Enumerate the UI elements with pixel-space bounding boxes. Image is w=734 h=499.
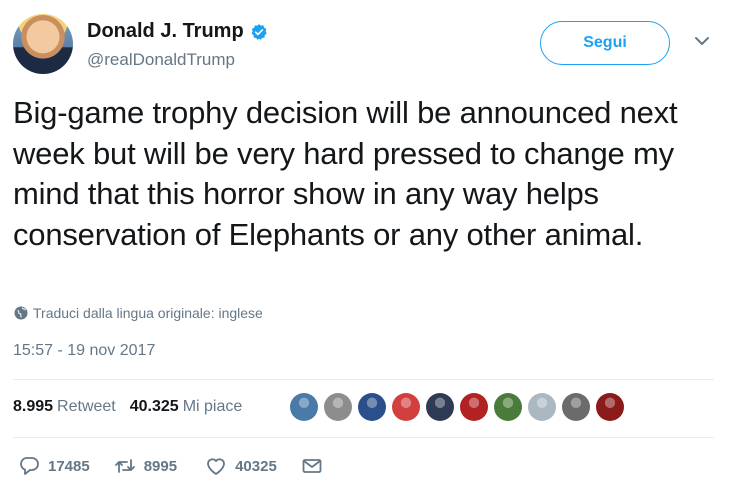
retweet-action-count: 8995 bbox=[143, 457, 178, 475]
heart-icon bbox=[207, 458, 225, 475]
reply-icon bbox=[20, 457, 39, 475]
display-name[interactable]: Donald J. Trump bbox=[87, 20, 244, 43]
globe-icon bbox=[14, 306, 28, 320]
liker-avatar[interactable] bbox=[562, 393, 590, 421]
follow-button[interactable]: Segui bbox=[540, 21, 670, 65]
user-name-row[interactable]: Donald J. Trump bbox=[87, 20, 268, 43]
liker-avatar[interactable] bbox=[392, 393, 420, 421]
divider bbox=[13, 437, 714, 438]
direct-message-button[interactable] bbox=[301, 455, 323, 477]
verified-badge-icon bbox=[251, 23, 267, 40]
liker-avatar[interactable] bbox=[290, 393, 318, 421]
envelope-icon bbox=[302, 459, 322, 473]
liker-avatar[interactable] bbox=[426, 393, 454, 421]
translate-label[interactable]: Traduci dalla lingua originale: inglese bbox=[33, 305, 263, 321]
user-handle[interactable]: @realDonaldTrump bbox=[87, 50, 235, 70]
liker-avatar[interactable] bbox=[460, 393, 488, 421]
like-count: 40.325 bbox=[129, 398, 179, 415]
translate-link[interactable]: Traduci dalla lingua originale: inglese bbox=[14, 305, 263, 321]
retweet-button[interactable]: 8995 bbox=[114, 455, 177, 477]
like-stat[interactable]: 40.325 Mi piace bbox=[130, 398, 243, 416]
retweet-label: Retweet bbox=[57, 398, 116, 415]
liker-avatar[interactable] bbox=[494, 393, 522, 421]
liker-avatar[interactable] bbox=[324, 393, 352, 421]
like-action-count: 40325 bbox=[235, 457, 277, 475]
liker-avatar[interactable] bbox=[358, 393, 386, 421]
retweet-stat[interactable]: 8.995 Retweet bbox=[13, 398, 116, 416]
divider bbox=[13, 379, 714, 380]
like-label: Mi piace bbox=[182, 398, 243, 415]
reply-button[interactable]: 17485 bbox=[18, 455, 90, 477]
reply-count: 17485 bbox=[48, 457, 90, 475]
avatar[interactable] bbox=[13, 14, 73, 74]
retweet-icon bbox=[114, 459, 135, 473]
tweet-actions: 17485 8995 40325 bbox=[18, 455, 323, 477]
tweet-stats: 8.995 Retweet 40.325 Mi piace bbox=[13, 398, 242, 416]
likers-avatars bbox=[290, 393, 624, 421]
tweet-timestamp[interactable]: 15:57 - 19 nov 2017 bbox=[13, 342, 155, 360]
chevron-down-icon[interactable] bbox=[694, 36, 710, 46]
liker-avatar[interactable] bbox=[596, 393, 624, 421]
liker-avatar[interactable] bbox=[528, 393, 556, 421]
like-button[interactable]: 40325 bbox=[205, 455, 277, 477]
tweet-text: Big-game trophy decision will be announc… bbox=[13, 95, 678, 252]
retweet-count: 8.995 bbox=[13, 398, 54, 415]
